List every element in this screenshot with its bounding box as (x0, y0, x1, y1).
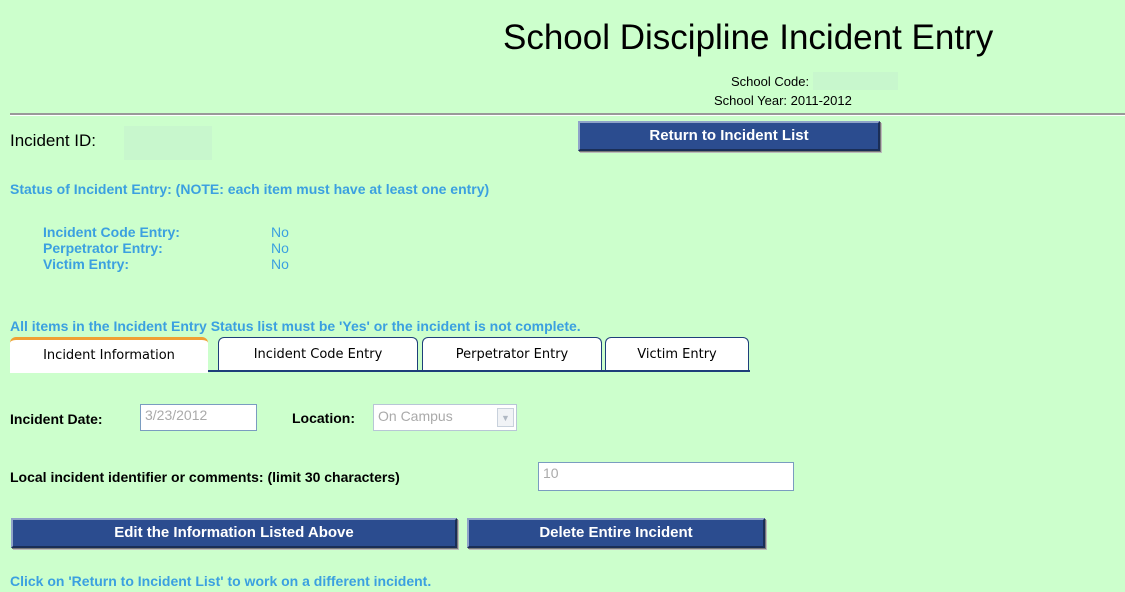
school-year: School Year: 2011-2012 (714, 93, 852, 108)
comments-label: Local incident identifier or comments: (… (10, 469, 400, 485)
return-to-incident-list-button[interactable]: Return to Incident List (578, 121, 880, 151)
tab-incident-information[interactable]: Incident Information (10, 337, 208, 373)
status-value: No (271, 240, 289, 256)
school-code: School Code: (731, 72, 899, 90)
status-label: Victim Entry: (43, 256, 130, 272)
chevron-down-icon[interactable]: ▼ (497, 408, 514, 427)
incident-id-label: Incident ID: (10, 131, 96, 150)
footer-instruction: Click on 'Return to Incident List' to wo… (10, 573, 432, 589)
location-selected-value: On Campus (378, 408, 453, 424)
status-row-perpetrator: Perpetrator Entry: No (43, 240, 289, 256)
incident-id: Incident ID: (10, 126, 212, 160)
status-value: No (271, 224, 289, 240)
incident-date-field[interactable]: 3/23/2012 (140, 404, 257, 431)
school-code-redacted (813, 72, 899, 90)
tab-underline (208, 370, 750, 372)
status-note: All items in the Incident Entry Status l… (10, 318, 581, 334)
header-divider (10, 113, 1125, 116)
location-select[interactable]: On Campus ▼ (373, 404, 517, 431)
location-label: Location: (292, 410, 355, 426)
status-row-incident-code: Incident Code Entry: No (43, 224, 289, 240)
status-heading: Status of Incident Entry: (NOTE: each it… (10, 181, 490, 197)
status-value: No (271, 256, 289, 272)
incident-id-redacted (124, 126, 212, 160)
school-code-label: School Code: (731, 74, 810, 89)
edit-information-button[interactable]: Edit the Information Listed Above (11, 518, 457, 548)
status-list: Incident Code Entry: No Perpetrator Entr… (43, 224, 289, 272)
comments-field[interactable]: 10 (538, 462, 794, 491)
tab-victim-entry[interactable]: Victim Entry (605, 337, 749, 371)
status-label: Perpetrator Entry: (43, 240, 163, 256)
incident-date-label: Incident Date: (10, 411, 103, 427)
page-title: School Discipline Incident Entry (503, 18, 994, 57)
status-row-victim: Victim Entry: No (43, 256, 289, 272)
tab-incident-code-entry[interactable]: Incident Code Entry (218, 337, 418, 371)
status-label: Incident Code Entry: (43, 224, 180, 240)
delete-incident-button[interactable]: Delete Entire Incident (467, 518, 765, 548)
tab-perpetrator-entry[interactable]: Perpetrator Entry (422, 337, 602, 371)
